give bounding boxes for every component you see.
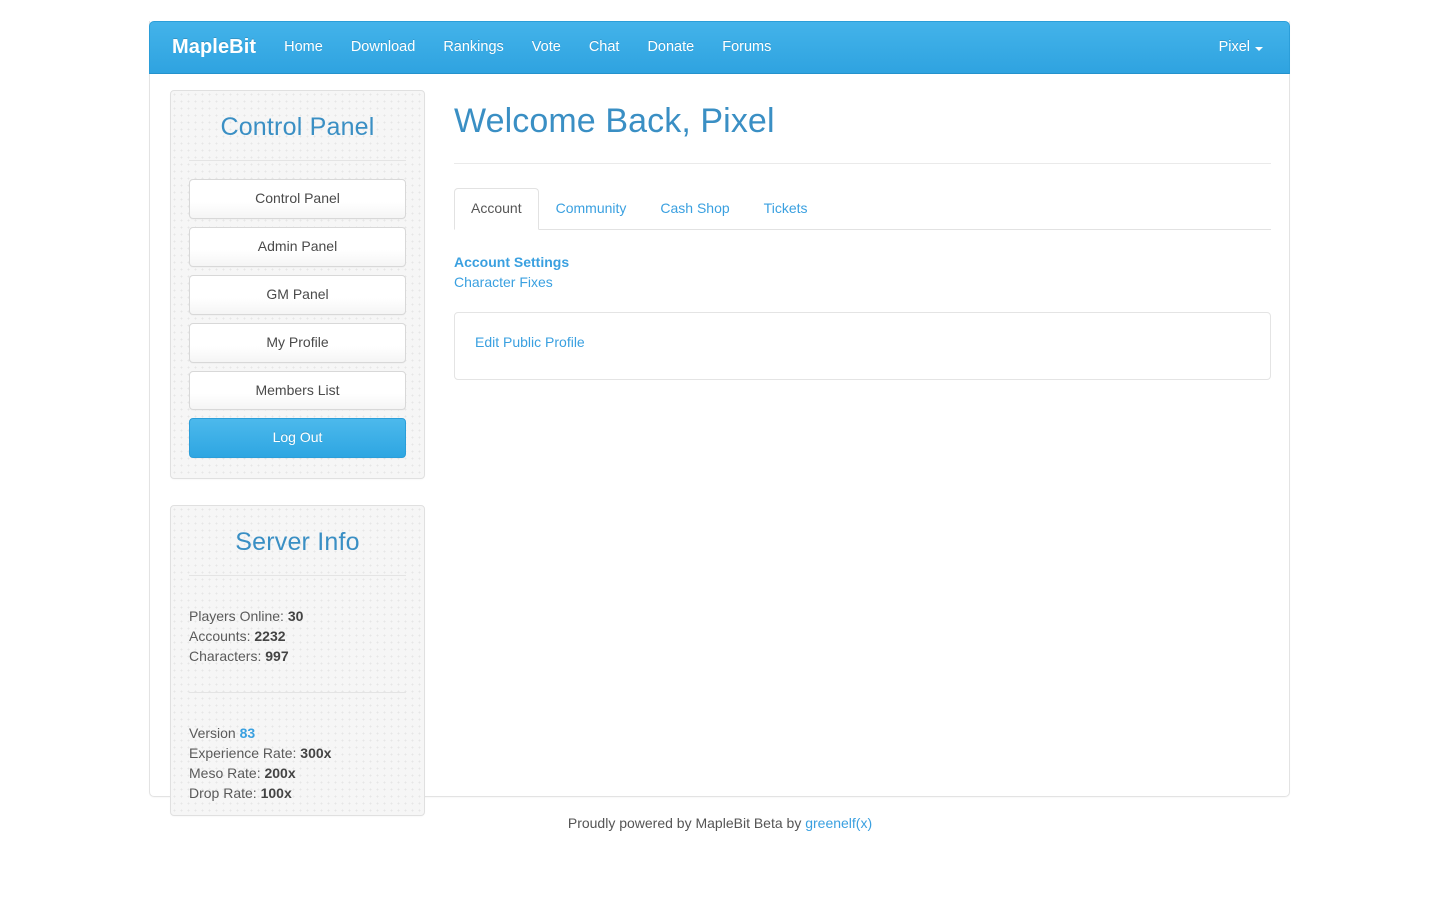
server-info-card: Server Info Players Online: 30 Accounts:… — [170, 505, 425, 817]
rate-label: Drop Rate: — [189, 785, 257, 802]
page-title: Welcome Back, Pixel — [454, 102, 775, 140]
main-column: Welcome Back, Pixel Account Community Ca… — [425, 90, 1271, 842]
rate-label: Meso Rate: — [189, 765, 261, 782]
sidebar: Control Panel Control Panel Admin Panel … — [170, 90, 425, 842]
rate-label: Experience Rate: — [189, 745, 297, 762]
tab-cash-shop[interactable]: Cash Shop — [643, 188, 746, 230]
stat-accounts: Accounts: 2232 — [189, 626, 406, 646]
user-menu-label: Pixel — [1218, 39, 1250, 55]
sidebar-button-admin-panel[interactable]: Admin Panel — [189, 226, 406, 267]
nav-link-forums[interactable]: Forums — [708, 22, 785, 73]
server-info-stats: Players Online: 30 Accounts: 2232 Charac… — [171, 576, 424, 692]
footer: Proudly powered by MapleBit Beta by gree… — [0, 815, 1440, 831]
brand-logo[interactable]: MapleBit — [168, 22, 270, 73]
stat-label: Accounts: — [189, 628, 251, 645]
sidebar-button-control-panel[interactable]: Control Panel — [189, 179, 406, 219]
control-panel-heading: Control Panel — [220, 113, 375, 141]
link-edit-public-profile[interactable]: Edit Public Profile — [475, 334, 585, 350]
nav-link-download[interactable]: Download — [337, 22, 430, 73]
stat-players-online: Players Online: 30 — [189, 606, 406, 626]
main-container: Control Panel Control Panel Admin Panel … — [149, 21, 1290, 817]
settings-link-list: Account Settings Character Fixes — [454, 252, 1271, 312]
stat-value: 997 — [265, 648, 289, 665]
nav-link-chat[interactable]: Chat — [575, 22, 634, 73]
sidebar-button-my-profile[interactable]: My Profile — [189, 322, 406, 363]
tab-tickets[interactable]: Tickets — [747, 188, 825, 230]
navbar-right: Pixel — [1205, 22, 1271, 73]
control-panel-buttons: Control Panel Admin Panel GM Panel My Pr… — [171, 161, 424, 466]
top-navbar: MapleBit Home Download Rankings Vote Cha… — [149, 21, 1290, 74]
nav-link-home[interactable]: Home — [270, 22, 337, 73]
tab-account[interactable]: Account — [454, 188, 539, 230]
stat-value: 2232 — [254, 628, 286, 645]
app-page: MapleBit Home Download Rankings Vote Cha… — [0, 0, 1440, 900]
stat-characters: Characters: 997 — [189, 646, 406, 666]
link-character-fixes[interactable]: Character Fixes — [454, 272, 1271, 292]
stat-label: Players Online: — [189, 608, 284, 625]
user-menu-dropdown[interactable]: Pixel — [1205, 22, 1271, 73]
control-panel-card: Control Panel Control Panel Admin Panel … — [170, 90, 425, 480]
nav-link-vote[interactable]: Vote — [518, 22, 575, 73]
profile-panel: Edit Public Profile — [454, 311, 1271, 380]
sidebar-button-log-out[interactable]: Log Out — [189, 418, 406, 459]
footer-text: Proudly powered by MapleBit Beta by — [567, 815, 802, 831]
navbar-links: Home Download Rankings Vote Chat Donate … — [270, 22, 1204, 73]
footer-author-link[interactable]: greenelf(x) — [805, 815, 872, 831]
stat-value: 30 — [287, 608, 304, 625]
rate-meso: Meso Rate: 200x — [189, 763, 406, 783]
link-account-settings[interactable]: Account Settings — [454, 252, 1271, 272]
title-divider — [454, 163, 1271, 164]
rate-value[interactable]: 83 — [240, 725, 256, 741]
nav-link-rankings[interactable]: Rankings — [429, 22, 517, 73]
sidebar-button-gm-panel[interactable]: GM Panel — [189, 274, 406, 315]
rate-drop: Drop Rate: 100x — [189, 783, 406, 803]
rate-version: Version 83 — [189, 723, 406, 743]
rate-label: Version — [189, 725, 236, 742]
rate-value: 200x — [264, 765, 296, 782]
nav-link-donate[interactable]: Donate — [633, 22, 708, 73]
tab-bar: Account Community Cash Shop Tickets — [454, 188, 1271, 230]
server-info-rates: Version 83 Experience Rate: 300x Meso Ra… — [171, 693, 424, 803]
rate-experience: Experience Rate: 300x — [189, 743, 406, 763]
rate-value: 300x — [300, 745, 332, 762]
server-info-heading: Server Info — [235, 528, 360, 557]
rate-value: 100x — [260, 785, 292, 802]
stat-label: Characters: — [189, 648, 262, 665]
content-area: Control Panel Control Panel Admin Panel … — [150, 74, 1291, 862]
caret-down-icon — [1255, 46, 1263, 51]
tab-community[interactable]: Community — [539, 188, 644, 230]
sidebar-button-members-list[interactable]: Members List — [189, 370, 406, 411]
